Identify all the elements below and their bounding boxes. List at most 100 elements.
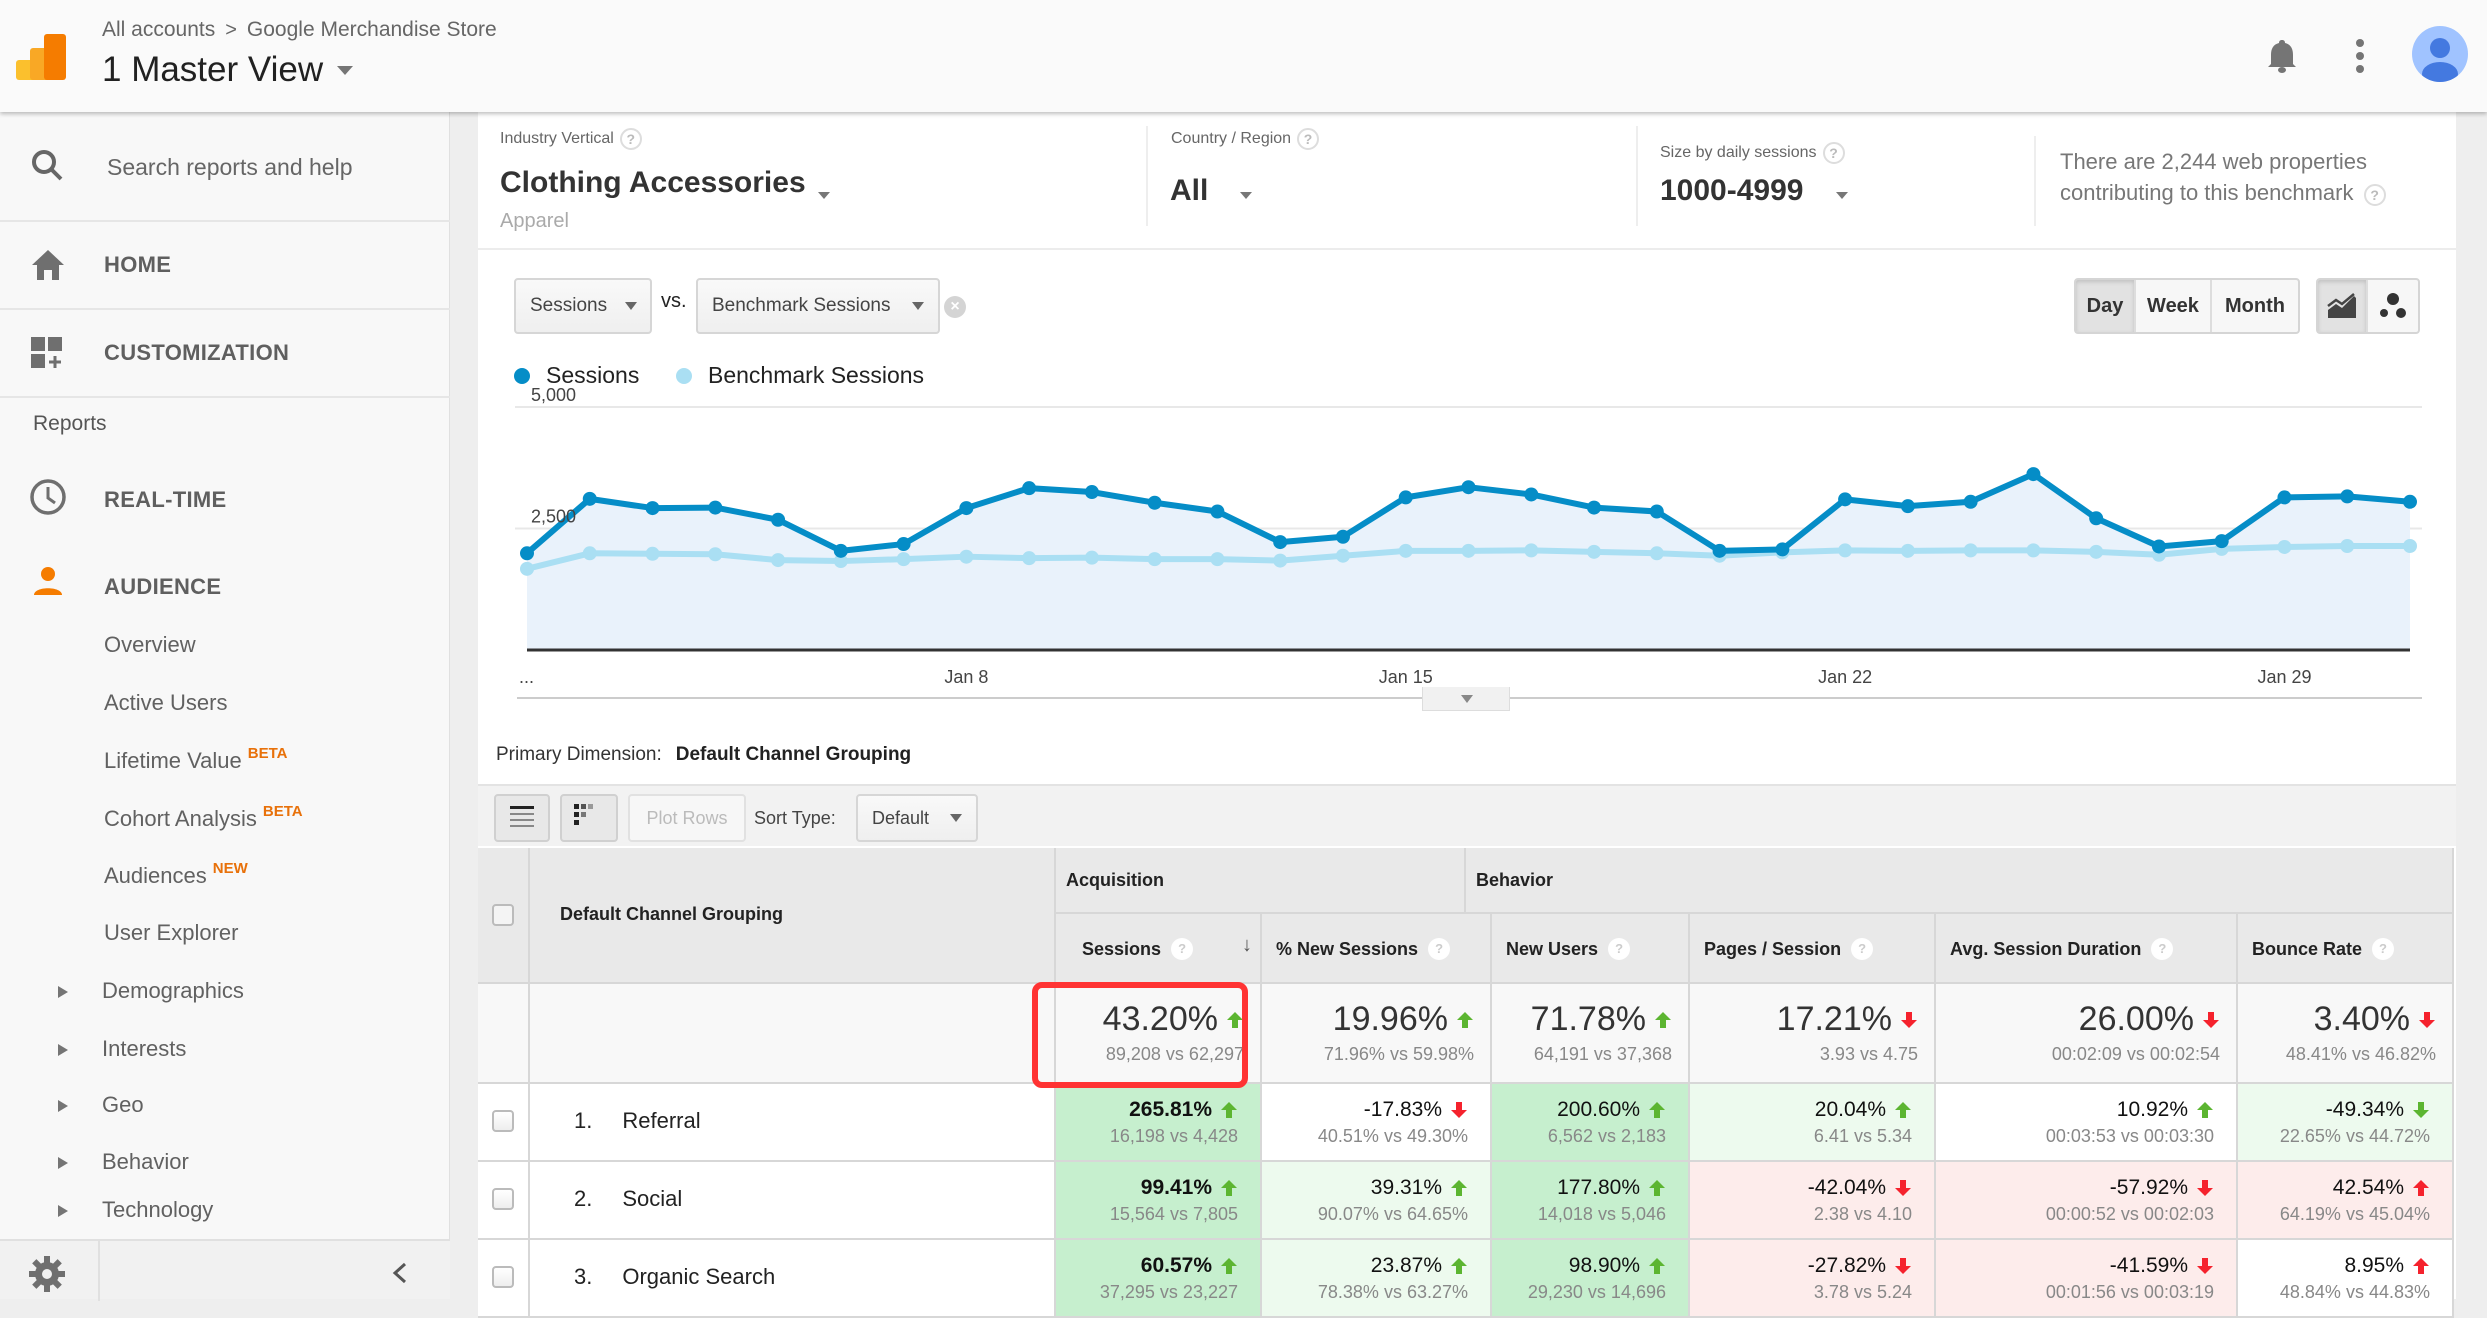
sidebar-item-home[interactable]: HOME (0, 222, 450, 310)
dimension-header-text: Default Channel Grouping (560, 904, 783, 924)
sidebar-subitem-lifetime-value[interactable]: Lifetime Value BETA (104, 745, 288, 774)
totals-comparison: 48.41% vs 46.82% (2285, 1044, 2436, 1064)
sort-type-select[interactable]: Default (856, 794, 978, 842)
sidebar-item-realtime[interactable]: REAL-TIME (0, 457, 450, 537)
chevron-down-icon (1836, 192, 1848, 199)
data-point-sessions (1210, 504, 1225, 519)
totals-cell-avg-session-duration: 26.00% 00:02:09 vs 00:02:54 (1936, 984, 2238, 1084)
day-button[interactable]: Day (2076, 280, 2136, 332)
help-icon[interactable]: ? (2151, 938, 2174, 960)
person-icon (34, 567, 62, 595)
sort-descending-icon[interactable]: ↓ (1242, 934, 1252, 957)
arrow-down-icon (1894, 1179, 1912, 1197)
gear-icon[interactable] (28, 1255, 66, 1293)
cell-value: -17.83% (1363, 1098, 1442, 1121)
column-header-avg-session-duration[interactable]: Avg. Session Duration? (1936, 914, 2238, 984)
cell-value: -49.34% (2325, 1098, 2404, 1121)
cell-value: 200.60% (1557, 1098, 1640, 1121)
column-header-pages-per-session[interactable]: Pages / Session? (1690, 914, 1936, 984)
column-header-bounce-rate[interactable]: Bounce Rate? (2238, 914, 2454, 984)
totals-value: 26.00% (2078, 1000, 2194, 1038)
row-dimension-link[interactable]: Referral (622, 1108, 700, 1134)
data-point-sessions (708, 500, 723, 515)
select-all-checkbox[interactable] (492, 904, 514, 926)
sidebar-subitem-interests[interactable]: Interests (0, 1026, 450, 1076)
legend-label-sessions: Sessions (546, 362, 640, 388)
help-icon[interactable]: ? (2363, 184, 2386, 206)
line-chart-button[interactable] (2318, 280, 2368, 332)
bell-icon[interactable] (2266, 38, 2298, 74)
account-avatar[interactable] (2412, 26, 2468, 82)
motion-chart-button[interactable] (2368, 280, 2418, 332)
totals-value: 17.21% (1776, 1000, 1892, 1038)
sidebar-subitem-active-users[interactable]: Active Users (104, 690, 227, 716)
help-icon[interactable]: ? (1297, 128, 1320, 150)
row-checkbox[interactable] (492, 1188, 514, 1210)
breadcrumb-property[interactable]: Google Merchandise Store (247, 18, 497, 42)
sidebar-subitem-geo[interactable]: Geo (0, 1082, 450, 1132)
cell-value: 99.41% (1140, 1176, 1212, 1199)
month-button[interactable]: Month (2212, 280, 2298, 332)
row-checkbox[interactable] (492, 1110, 514, 1132)
column-header-pct-new-sessions[interactable]: % New Sessions? (1262, 914, 1492, 984)
view-selector[interactable]: 1 Master View (102, 50, 354, 90)
breadcrumb: All accounts > Google Merchandise Store (102, 18, 497, 42)
more-vert-icon[interactable] (2354, 38, 2366, 74)
sidebar-subitem-demographics[interactable]: Demographics (0, 968, 450, 1018)
week-button[interactable]: Week (2136, 280, 2212, 332)
column-header-sessions[interactable]: Sessions? ↓ (1056, 914, 1262, 984)
help-icon[interactable]: ? (619, 128, 642, 150)
data-point-sessions (2340, 489, 2355, 504)
sidebar-subitem-audiences[interactable]: Audiences NEW (104, 860, 248, 889)
data-point-sessions (896, 537, 911, 552)
close-icon[interactable]: × (944, 296, 966, 318)
analytics-logo[interactable] (16, 34, 66, 80)
country-region-dropdown[interactable]: All (1170, 162, 1280, 222)
metric-selector[interactable]: Sessions (514, 278, 652, 334)
help-icon[interactable]: ? (1428, 938, 1451, 960)
collapse-sidebar-icon[interactable] (390, 1261, 410, 1285)
industry-vertical-dropdown[interactable]: Clothing Accessories Apparel (498, 152, 918, 242)
help-icon[interactable]: ? (1608, 938, 1631, 960)
cell-comparison: 16,198 vs 4,428 (1109, 1126, 1238, 1146)
legend-sessions[interactable]: Sessions (514, 362, 639, 389)
cell-comparison: 29,230 vs 14,696 (1527, 1282, 1666, 1302)
top-app-bar: All accounts > Google Merchandise Store … (0, 0, 2487, 112)
search-reports[interactable]: Search reports and help (0, 112, 450, 222)
primary-dimension-value[interactable]: Default Channel Grouping (676, 744, 911, 766)
chart-resize-handle[interactable] (1422, 687, 1510, 711)
sidebar-item-customization[interactable]: CUSTOMIZATION (0, 310, 450, 398)
sidebar-subitem-behavior[interactable]: Behavior (0, 1139, 450, 1189)
row-dimension-link[interactable]: Social (622, 1186, 682, 1212)
arrow-up-icon (1654, 1011, 1672, 1029)
row-dimension-link[interactable]: Organic Search (622, 1264, 775, 1290)
data-point-benchmark (1838, 543, 1853, 558)
size-value: 1000-4999 (1660, 174, 1804, 207)
help-icon[interactable]: ? (1822, 142, 1845, 164)
sidebar-subitem-overview[interactable]: Overview (104, 632, 196, 658)
arrow-up-icon (1648, 1257, 1666, 1275)
sidebar-subitem-technology[interactable]: Technology (0, 1197, 450, 1237)
plot-rows-button[interactable]: Plot Rows (628, 794, 746, 842)
legend-benchmark-sessions[interactable]: Benchmark Sessions (676, 362, 924, 389)
compare-metric-selector[interactable]: Benchmark Sessions (696, 278, 940, 334)
sidebar-subitem-cohort-analysis[interactable]: Cohort Analysis BETA (104, 803, 303, 832)
help-icon[interactable]: ? (1171, 938, 1194, 960)
data-point-sessions (1461, 480, 1476, 495)
comparison-view-button[interactable] (560, 794, 618, 842)
arrow-up-icon (1220, 1179, 1238, 1197)
sidebar-item-audience[interactable]: AUDIENCE (0, 544, 450, 624)
column-header-new-users[interactable]: New Users? (1492, 914, 1690, 984)
sidebar-subitem-user-explorer[interactable]: User Explorer (104, 920, 238, 946)
table-view-button[interactable] (494, 794, 550, 842)
table-cell-new-users: 200.60% 6,562 vs 2,183 (1492, 1084, 1690, 1162)
help-icon[interactable]: ? (1851, 938, 1874, 960)
industry-vertical-label: Industry Vertical? (500, 128, 642, 150)
row-checkbox[interactable] (492, 1266, 514, 1288)
series-line-sessions (525, 471, 2411, 556)
data-point-sessions (520, 546, 534, 561)
size-dropdown[interactable]: 1000-4999 (1658, 168, 1878, 218)
help-icon[interactable]: ? (2372, 938, 2395, 960)
breadcrumb-all-accounts[interactable]: All accounts (102, 18, 215, 42)
search-input[interactable]: Search reports and help (107, 154, 353, 181)
